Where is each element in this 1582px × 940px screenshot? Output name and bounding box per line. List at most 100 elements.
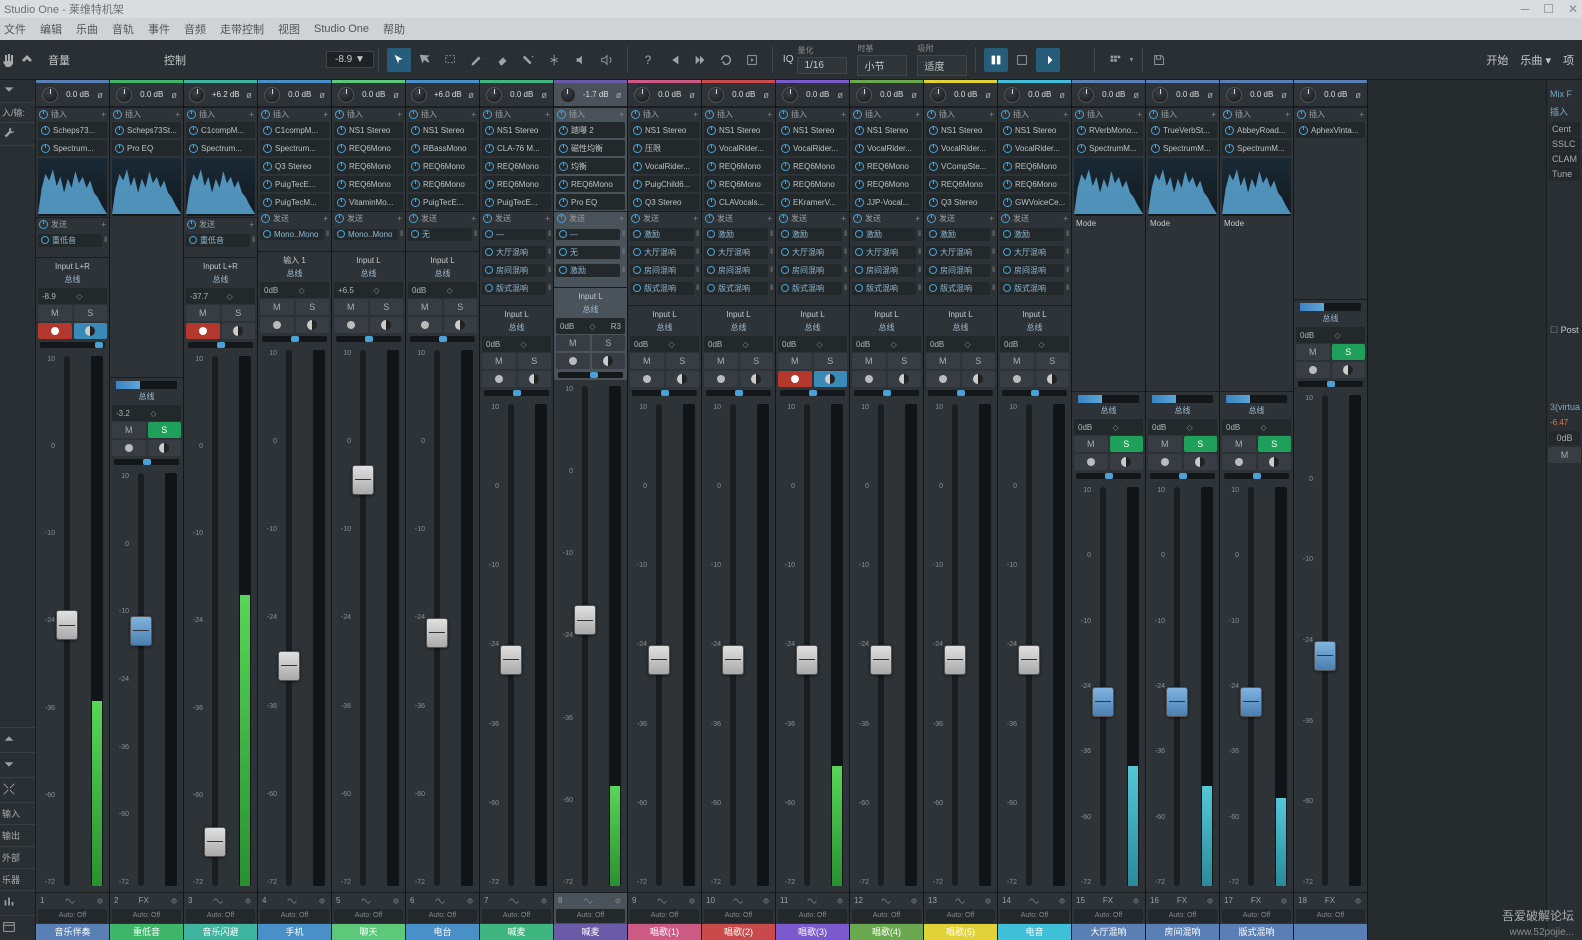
pan-slider[interactable] (1224, 473, 1289, 479)
send-slot[interactable]: 激励‖ (852, 226, 921, 242)
insert-slot[interactable]: VocalRider... (704, 140, 773, 156)
insert-slot[interactable]: NS1 Stereo (1000, 122, 1069, 138)
insert-slot[interactable]: REQ6Mono (852, 158, 921, 174)
add-insert-button[interactable]: + (397, 110, 402, 119)
solo-button[interactable]: S (1258, 436, 1292, 452)
rec-dot[interactable] (1074, 454, 1108, 470)
record-arm-button[interactable] (260, 317, 294, 333)
input-route[interactable]: Input L (332, 254, 405, 267)
add-insert-button[interactable]: + (1285, 110, 1290, 119)
send-slot[interactable]: 房间混响‖ (482, 262, 551, 278)
automation-mode[interactable]: Auto: Off (1222, 909, 1291, 923)
input-route[interactable]: Input L (924, 308, 997, 321)
add-insert-button[interactable]: + (249, 110, 254, 119)
input-route[interactable]: Input L (998, 308, 1071, 321)
insert-slot[interactable]: REQ6Mono (482, 176, 551, 192)
insert-slot[interactable]: REQ6Mono (778, 158, 847, 174)
send-slot[interactable]: 无‖ (556, 244, 625, 260)
send-slot[interactable]: 激励‖ (778, 226, 847, 242)
settings-icon[interactable] (465, 896, 475, 906)
rec-dot[interactable] (1222, 454, 1256, 470)
add-send-button[interactable]: + (619, 214, 624, 223)
solo-button[interactable]: S (1184, 436, 1218, 452)
paint-tool-button[interactable] (517, 48, 541, 72)
insert-slot[interactable]: PuigTecE... (408, 194, 477, 210)
insert-slot[interactable]: NS1 Stereo (408, 122, 477, 138)
output-route[interactable]: 总线 (258, 267, 331, 280)
insert-slot[interactable]: SpectrumM... (1222, 140, 1291, 156)
nav-tab[interactable]: 项 (1563, 52, 1574, 68)
insert-slot[interactable]: 磁性均衡 (556, 140, 625, 156)
send-slot[interactable]: 版式混响‖ (1000, 280, 1069, 296)
menu-item[interactable]: 事件 (148, 21, 170, 37)
insert-slot[interactable]: REQ6Mono (704, 176, 773, 192)
send-slot[interactable]: 房间混响‖ (704, 262, 773, 278)
fader-cap[interactable] (426, 618, 448, 648)
channel-name[interactable]: 房间混响 (1146, 924, 1219, 940)
channel-name[interactable]: 音乐伴奏 (36, 924, 109, 940)
monitor-button[interactable] (518, 371, 552, 387)
insert-slot[interactable]: Spectrum... (260, 140, 329, 156)
monitor-button[interactable] (888, 371, 922, 387)
add-insert-button[interactable]: + (101, 110, 106, 119)
automation-mode[interactable]: Auto: Off (1148, 909, 1217, 923)
monitor-button[interactable] (370, 317, 404, 333)
insert-slot[interactable]: REQ6Mono (408, 176, 477, 192)
insert-slot[interactable]: GWVoiceCe... (1000, 194, 1069, 210)
add-insert-button[interactable]: + (693, 110, 698, 119)
insert-slot[interactable]: PuigTecE... (482, 194, 551, 210)
automation-mode[interactable]: Auto: Off (260, 909, 329, 923)
mute-button[interactable]: M (408, 299, 442, 315)
send-slot[interactable]: 重低音‖ (186, 232, 255, 248)
cross-arrows-icon[interactable] (2, 782, 16, 796)
automation-mode[interactable]: Auto: Off (408, 909, 477, 923)
output-route[interactable]: 总线 (924, 321, 997, 334)
insert-slot[interactable]: SSLC (1549, 137, 1580, 151)
phase-button[interactable]: ø (911, 90, 917, 100)
automation-mode[interactable]: Auto: Off (630, 909, 699, 923)
send-slot[interactable]: 激励‖ (926, 226, 995, 242)
automation-mode[interactable]: Auto: Off (926, 909, 995, 923)
pan-slider[interactable] (484, 390, 549, 396)
insert-slot[interactable]: TrueVerbSt... (1148, 122, 1217, 138)
external-label[interactable]: 外部 (0, 846, 35, 868)
phase-button[interactable]: ø (541, 90, 547, 100)
settings-icon[interactable] (1205, 896, 1215, 906)
pan-slider[interactable] (854, 390, 919, 396)
solo-button[interactable]: S (1036, 353, 1070, 369)
insert-slot[interactable]: Spectrum... (186, 140, 255, 156)
solo-button[interactable]: S (296, 299, 330, 315)
insert-slot[interactable]: REQ6Mono (1000, 158, 1069, 174)
mute-button[interactable]: M (778, 353, 812, 369)
minimize-icon[interactable]: ─ (1521, 2, 1530, 16)
solo-button[interactable]: S (370, 299, 404, 315)
settings-icon[interactable] (1131, 896, 1141, 906)
gain-knob[interactable] (1152, 87, 1168, 103)
channel-name[interactable]: 唱歌(5) (924, 924, 997, 940)
mute-button[interactable]: M (926, 353, 960, 369)
fader-cap[interactable] (278, 651, 300, 681)
send-slot[interactable]: 激励‖ (704, 226, 773, 242)
add-send-button[interactable]: + (693, 214, 698, 223)
insert-slot[interactable]: Cent (1549, 122, 1580, 136)
input-route[interactable]: Input L+R (184, 260, 257, 273)
add-insert-button[interactable]: + (1359, 110, 1364, 119)
insert-slot[interactable]: Q3 Stereo (630, 194, 699, 210)
insert-slot[interactable]: NS1 Stereo (704, 122, 773, 138)
phase-button[interactable]: ø (985, 90, 991, 100)
insert-slot[interactable]: Pro EQ (556, 194, 625, 210)
mon-dot[interactable] (148, 440, 182, 456)
rec-dot[interactable] (1148, 454, 1182, 470)
send-slot[interactable]: 版式混响‖ (926, 280, 995, 296)
insert-slot[interactable]: C1compM... (260, 122, 329, 138)
record-arm-button[interactable] (38, 323, 72, 339)
mute-button[interactable]: M (852, 353, 886, 369)
send-slot[interactable]: 房间混响‖ (1000, 262, 1069, 278)
fader-cap[interactable] (1314, 641, 1336, 671)
monitor-button[interactable] (296, 317, 330, 333)
pan-slider[interactable] (1002, 390, 1067, 396)
output-route[interactable]: 总线 (776, 321, 849, 334)
solo-button[interactable]: S (444, 299, 478, 315)
automation-mode[interactable]: Auto: Off (852, 909, 921, 923)
solo-button[interactable]: S (592, 335, 626, 351)
